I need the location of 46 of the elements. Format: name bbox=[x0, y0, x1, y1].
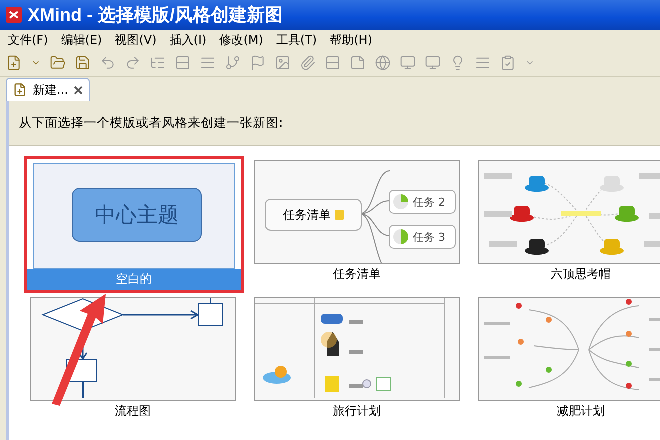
template-label: 流程图 bbox=[114, 403, 152, 420]
task-node: 任务 2 bbox=[389, 190, 456, 214]
menu-item[interactable]: 文件(F) bbox=[8, 32, 48, 48]
editor-tab[interactable]: 新建... bbox=[6, 78, 90, 101]
template-card[interactable]: 旅行计划 bbox=[254, 297, 460, 422]
image-icon[interactable] bbox=[275, 55, 291, 71]
relationship-icon[interactable] bbox=[225, 55, 241, 71]
globe-icon[interactable] bbox=[375, 55, 391, 71]
clipboard-icon[interactable] bbox=[500, 55, 516, 71]
new-file-icon[interactable] bbox=[6, 55, 22, 71]
redo-icon[interactable] bbox=[125, 55, 141, 71]
menu-item[interactable]: 编辑(E) bbox=[61, 32, 102, 48]
flag-icon[interactable] bbox=[250, 55, 266, 71]
folder-icon[interactable] bbox=[50, 55, 66, 71]
progress-pie-icon bbox=[393, 229, 409, 245]
template-card[interactable]: 六顶思考帽 bbox=[478, 160, 660, 285]
menu-item[interactable]: 插入(I) bbox=[170, 32, 207, 48]
new-file-icon bbox=[13, 83, 27, 97]
app-logo-icon bbox=[6, 7, 22, 23]
progress-pie-icon bbox=[393, 194, 409, 210]
close-icon[interactable] bbox=[74, 86, 84, 94]
template-card[interactable]: 减肥计划 bbox=[478, 297, 660, 422]
note-icon bbox=[335, 210, 344, 220]
template-card[interactable]: 任务清单 任务 2 任务 3 任务清单 bbox=[254, 160, 460, 285]
menu-item[interactable]: 视图(V) bbox=[115, 32, 157, 48]
template-label: 减肥计划 bbox=[556, 403, 606, 420]
undo-icon[interactable] bbox=[100, 55, 116, 71]
template-label: 任务清单 bbox=[332, 266, 382, 283]
template-label: 旅行计划 bbox=[332, 403, 382, 420]
central-topic-node: 任务清单 bbox=[265, 199, 362, 231]
tab-label: 新建... bbox=[33, 82, 68, 98]
screen-icon[interactable] bbox=[425, 55, 441, 71]
list-icon[interactable] bbox=[200, 55, 216, 71]
attachment-icon[interactable] bbox=[300, 55, 316, 71]
menu-item[interactable]: 帮助(H) bbox=[330, 32, 373, 48]
save-icon[interactable] bbox=[75, 55, 91, 71]
central-topic-node: 中心主题 bbox=[72, 188, 202, 242]
menu-item[interactable]: 修改(M) bbox=[220, 32, 264, 48]
task-node: 任务 3 bbox=[389, 225, 456, 249]
template-card[interactable]: 流程图 bbox=[30, 297, 236, 422]
menu-item[interactable]: 工具(T) bbox=[276, 32, 318, 48]
instruction-text: 从下面选择一个模版或者风格来创建一张新图: bbox=[9, 101, 660, 146]
template-label: 空白的 bbox=[27, 269, 241, 290]
window-title: XMind - 选择模版/风格创建新图 bbox=[28, 4, 283, 27]
note-icon[interactable] bbox=[350, 55, 366, 71]
template-label: 六顶思考帽 bbox=[550, 266, 612, 283]
